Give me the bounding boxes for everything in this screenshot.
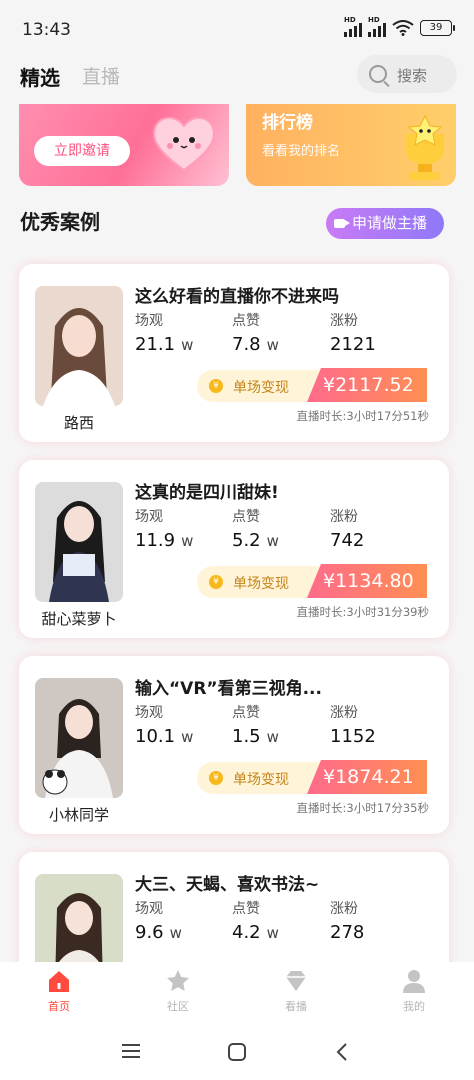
ranking-banner[interactable]: 排行榜 看看我的排名 [246,104,456,186]
earnings-label: 单场变现 [233,576,289,592]
nav-profile[interactable]: 我的 [379,968,449,1014]
menu-icon[interactable] [122,1042,142,1060]
live-duration: 直播时长:3小时31分39秒 [296,605,429,619]
case-card[interactable]: 甜心菜萝卜 这真的是四川甜妹! 场观 11.9 w 点赞 5.2 w 涨粉 742 ¥ 单… [19,460,449,638]
tab-featured[interactable]: 精选 [20,62,60,91]
signal-icon: HD [368,16,386,37]
bottom-nav: 首页 社区 看播 我的 [0,962,474,1028]
wifi-icon [392,20,414,36]
status-bar: 13:43 HD HD 39 [0,0,474,58]
apply-streamer-button[interactable]: 申请做主播 [326,208,444,239]
live-duration: 直播时长:3小时17分35秒 [296,801,429,815]
trophy-icon [406,114,444,180]
case-title: 输入“VR”看第三视角... [135,679,322,699]
back-icon[interactable] [334,1042,350,1062]
camera-icon [334,219,350,228]
star-icon [167,970,189,991]
diamond-icon [286,971,306,991]
followers-stat: 涨粉 2121 [330,313,376,355]
streamer-name: 小林同学 [48,806,109,824]
search-box[interactable]: 搜索 [357,55,457,93]
status-time: 13:43 [22,20,71,40]
case-title: 这么好看的直播你不进来吗 [135,287,339,307]
nav-watch[interactable]: 看播 [261,968,331,1014]
case-card[interactable]: 小林同学 输入“VR”看第三视角... 场观 10.1 w 点赞 1.5 w 涨粉 115… [19,656,449,834]
invite-button[interactable]: 立即邀请 [34,136,130,166]
user-icon [403,970,425,993]
tab-live[interactable]: 直播 [82,62,120,89]
coin-icon: ¥ [209,379,223,393]
ranking-title: 排行榜 [262,113,313,133]
earnings-badge: ¥ 单场变现 ¥2117.52 [197,368,427,402]
home-icon [49,971,69,992]
likes-stat: 点赞 5.2 w [232,509,279,551]
likes-stat: 点赞 1.5 w [232,705,279,747]
invite-banner[interactable]: 立即邀请 [19,104,229,186]
coin-icon: ¥ [209,771,223,785]
search-placeholder: 搜索 [397,67,428,85]
likes-stat: 点赞 7.8 w [232,313,279,355]
ranking-subtitle: 看看我的排名 [262,144,341,159]
views-stat: 场观 9.6 w [135,901,182,943]
nav-home[interactable]: 首页 [24,968,94,1014]
search-icon [369,65,387,83]
home-button-icon[interactable] [227,1042,247,1062]
streamer-name: 路西 [63,414,94,432]
signal-icon: HD [344,16,362,37]
apply-streamer-label: 申请做主播 [352,214,428,232]
earnings-badge: ¥ 单场变现 ¥1874.21 [197,760,427,794]
live-duration: 直播时长:3小时17分51秒 [296,409,429,423]
likes-stat: 点赞 4.2 w [232,901,279,943]
streamer-name: 甜心菜萝卜 [41,610,117,628]
followers-stat: 涨粉 278 [330,901,365,943]
streamer-photo [35,678,123,798]
battery-icon: 39 [420,20,455,36]
earnings-label: 单场变现 [233,772,289,788]
earnings-amount: ¥1134.80 [307,564,427,598]
case-card[interactable]: 路西 这么好看的直播你不进来吗 场观 21.1 w 点赞 7.8 w 涨粉 2121 ¥ … [19,264,449,442]
case-title: 这真的是四川甜妹! [135,483,279,503]
case-title: 大三、天蝎、喜欢书法~ [135,875,320,895]
earnings-amount: ¥1874.21 [307,760,427,794]
views-stat: 场观 11.9 w [135,509,194,551]
status-icons: HD HD 39 [344,16,455,37]
coin-icon: ¥ [209,575,223,589]
views-stat: 场观 10.1 w [135,705,194,747]
earnings-badge: ¥ 单场变现 ¥1134.80 [197,564,427,598]
followers-stat: 涨粉 1152 [330,705,376,747]
section-title: 优秀案例 [20,210,100,234]
streamer-photo [35,286,123,406]
views-stat: 场观 21.1 w [135,313,194,355]
heart-icon [153,117,215,172]
earnings-amount: ¥2117.52 [307,368,427,402]
streamer-photo [35,482,123,602]
system-nav-bar [0,1028,474,1080]
followers-stat: 涨粉 742 [330,509,365,551]
earnings-label: 单场变现 [233,380,289,396]
nav-community[interactable]: 社区 [143,968,213,1014]
